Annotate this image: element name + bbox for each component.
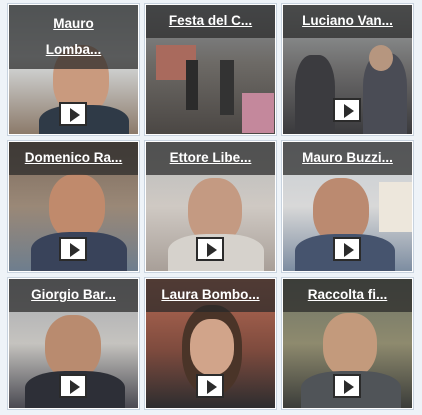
video-title-link[interactable]: Laura Bombo... [146,279,275,312]
video-tile[interactable]: Luciano Van... [282,4,413,135]
play-icon[interactable] [195,237,224,261]
video-tile[interactable]: Laura Bombo... [145,278,276,409]
video-tile[interactable]: Domenico Ra... [8,141,139,272]
video-tile[interactable]: Mauro Buzzi... [282,141,413,272]
play-icon[interactable] [332,98,361,122]
play-icon[interactable] [195,374,224,398]
video-title-link[interactable]: Luciano Van... [283,5,412,38]
video-title-link[interactable]: Raccolta fi... [283,279,412,312]
play-icon[interactable] [332,237,361,261]
play-icon[interactable] [58,102,87,126]
play-icon[interactable] [332,374,361,398]
play-icon[interactable] [58,374,87,398]
video-tile[interactable]: Ettore Libe... [145,141,276,272]
video-title-link[interactable]: Domenico Ra... [9,142,138,175]
video-tile[interactable]: Raccolta fi... [282,278,413,409]
video-tile[interactable]: Festa del C... [145,4,276,135]
video-tile[interactable]: Giorgio Bar... [8,278,139,409]
video-grid: Mauro Lomba... Festa del C... Luciano Va… [8,4,420,415]
video-title-link[interactable]: Ettore Libe... [146,142,275,175]
play-icon[interactable] [58,237,87,261]
video-title-link[interactable]: Giorgio Bar... [9,279,138,312]
video-title-link[interactable]: Festa del C... [146,5,275,38]
video-tile[interactable]: Mauro Lomba... [8,4,139,135]
video-title-link[interactable]: Mauro Buzzi... [283,142,412,175]
video-title-link[interactable]: Mauro Lomba... [9,5,138,69]
